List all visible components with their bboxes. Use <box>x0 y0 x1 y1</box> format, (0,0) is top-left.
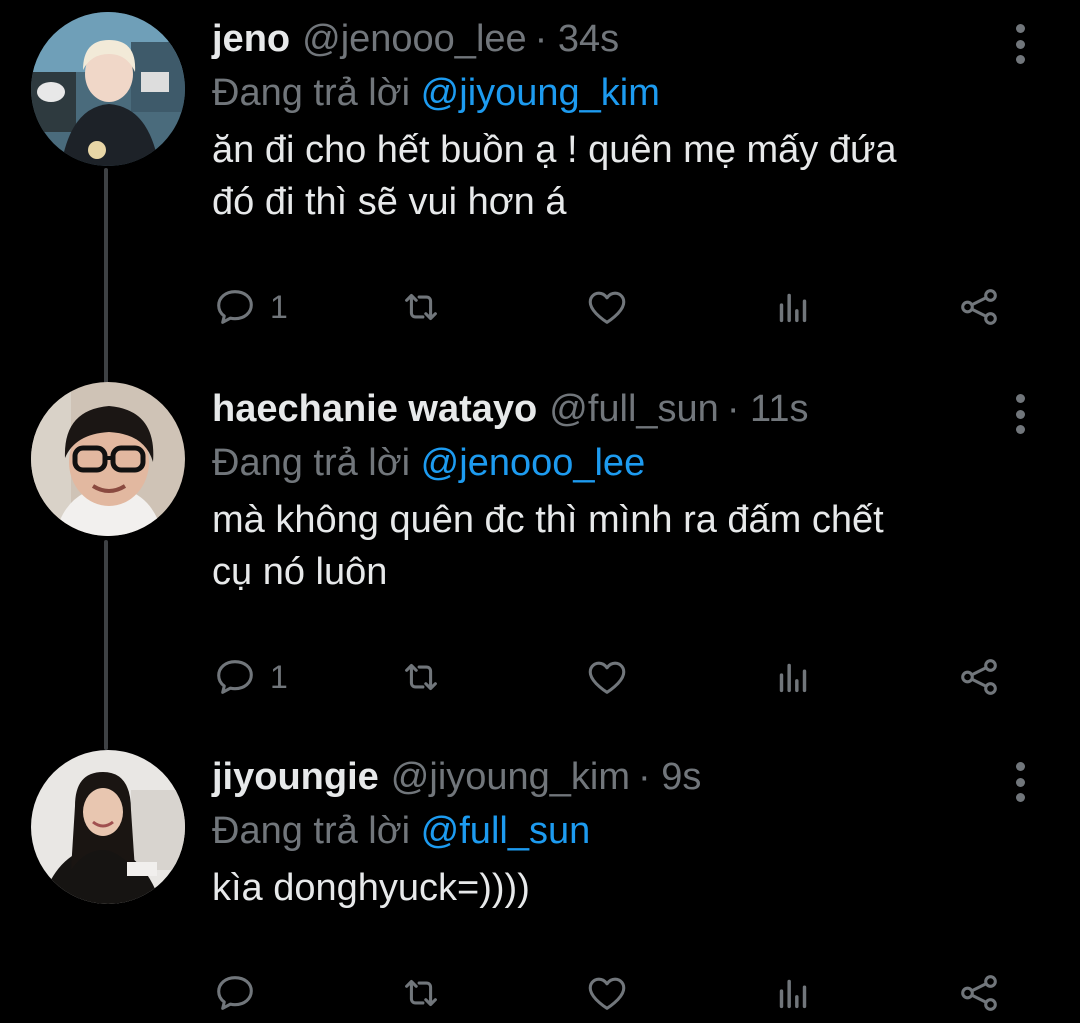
tweet-actions: 1 <box>212 282 1012 332</box>
heart-icon <box>588 977 626 1010</box>
share-icon <box>961 289 997 325</box>
reply-count: 1 <box>270 658 288 695</box>
handle[interactable]: @jiyoung_kim <box>391 750 630 804</box>
display-name[interactable]: jeno <box>212 12 290 66</box>
reply-icon <box>217 660 253 694</box>
more-vertical-icon <box>1015 394 1025 403</box>
avatar[interactable] <box>31 12 185 166</box>
reply-prefix: Đang trả lời <box>212 72 411 114</box>
handle[interactable]: @full_sun <box>549 382 719 436</box>
tweet-jiyoungie[interactable]: jiyoungie @jiyoung_kim · 9s Đang trả lời… <box>0 750 1080 1023</box>
tweet-header: jeno @jenooo_lee · 34s <box>212 12 1040 66</box>
timestamp[interactable]: · 34s <box>535 12 619 66</box>
reply-prefix: Đang trả lời <box>212 810 411 852</box>
more-options-button[interactable] <box>1012 394 1028 434</box>
reply-button[interactable]: 1 <box>212 652 288 702</box>
reply-button[interactable]: 1 <box>212 282 288 332</box>
tweet-jeno[interactable]: jeno @jenooo_lee · 34s Đang trả lời @jiy… <box>0 12 1080 352</box>
retweet-icon <box>405 979 437 1007</box>
display-name[interactable]: haechanie watayo <box>212 382 537 436</box>
analytics-button[interactable] <box>770 652 816 702</box>
more-options-button[interactable] <box>1012 762 1028 802</box>
retweet-button[interactable] <box>398 968 444 1018</box>
reply-prefix: Đang trả lời <box>212 442 411 484</box>
display-name[interactable]: jiyoungie <box>212 750 379 804</box>
analytics-button[interactable] <box>770 968 816 1018</box>
like-button[interactable] <box>584 968 630 1018</box>
more-vertical-icon <box>1015 24 1025 33</box>
reply-context: Đang trả lời @jiyoung_kim <box>212 66 1040 120</box>
reply-mention-link[interactable]: @jiyoung_kim <box>421 72 660 114</box>
handle[interactable]: @jenooo_lee <box>302 12 527 66</box>
timestamp[interactable]: · 11s <box>727 382 809 436</box>
reply-icon <box>217 976 253 1010</box>
more-vertical-icon <box>1015 762 1025 771</box>
share-button[interactable] <box>956 282 1002 332</box>
tweet-text: kìa donghyuck=)))) <box>212 867 530 909</box>
timestamp[interactable]: · 9s <box>638 750 701 804</box>
avatar[interactable] <box>31 750 185 904</box>
like-button[interactable] <box>584 652 630 702</box>
reply-button[interactable] <box>212 968 270 1018</box>
share-icon <box>961 975 997 1011</box>
reply-mention-link[interactable]: @full_sun <box>421 810 591 852</box>
retweet-button[interactable] <box>398 652 444 702</box>
tweet-header: jiyoungie @jiyoung_kim · 9s <box>212 750 1040 804</box>
share-icon <box>961 659 997 695</box>
analytics-icon <box>779 663 807 693</box>
avatar-photo-jeno <box>31 12 185 166</box>
avatar-photo-jiyoungie <box>31 750 185 904</box>
tweet-actions <box>212 968 1012 1018</box>
analytics-icon <box>779 293 807 323</box>
tweet-header: haechanie watayo @full_sun · 11s <box>212 382 1040 436</box>
analytics-button[interactable] <box>770 282 816 332</box>
reply-context: Đang trả lời @jenooo_lee <box>212 436 1040 490</box>
analytics-icon <box>779 979 807 1009</box>
retweet-icon <box>405 293 437 321</box>
reply-context: Đang trả lời @full_sun <box>212 804 1040 858</box>
more-options-button[interactable] <box>1012 24 1028 64</box>
reply-icon <box>217 290 253 324</box>
avatar[interactable] <box>31 382 185 536</box>
tweet-text: ăn đi cho hết buồn ạ ! quên mẹ mấy đứa đ… <box>212 129 897 223</box>
tweet-actions: 1 <box>212 652 1012 702</box>
tweet-text: mà không quên đc thì mình ra đấm chết cụ… <box>212 499 884 593</box>
retweet-icon <box>405 663 437 691</box>
tweet-haechanie[interactable]: haechanie watayo @full_sun · 11s Đang tr… <box>0 382 1080 722</box>
avatar-photo-haechanie <box>31 382 185 536</box>
heart-icon <box>588 291 626 324</box>
share-button[interactable] <box>956 968 1002 1018</box>
retweet-button[interactable] <box>398 282 444 332</box>
share-button[interactable] <box>956 652 1002 702</box>
heart-icon <box>588 661 626 694</box>
like-button[interactable] <box>584 282 630 332</box>
reply-mention-link[interactable]: @jenooo_lee <box>421 442 646 484</box>
reply-count: 1 <box>270 288 288 325</box>
